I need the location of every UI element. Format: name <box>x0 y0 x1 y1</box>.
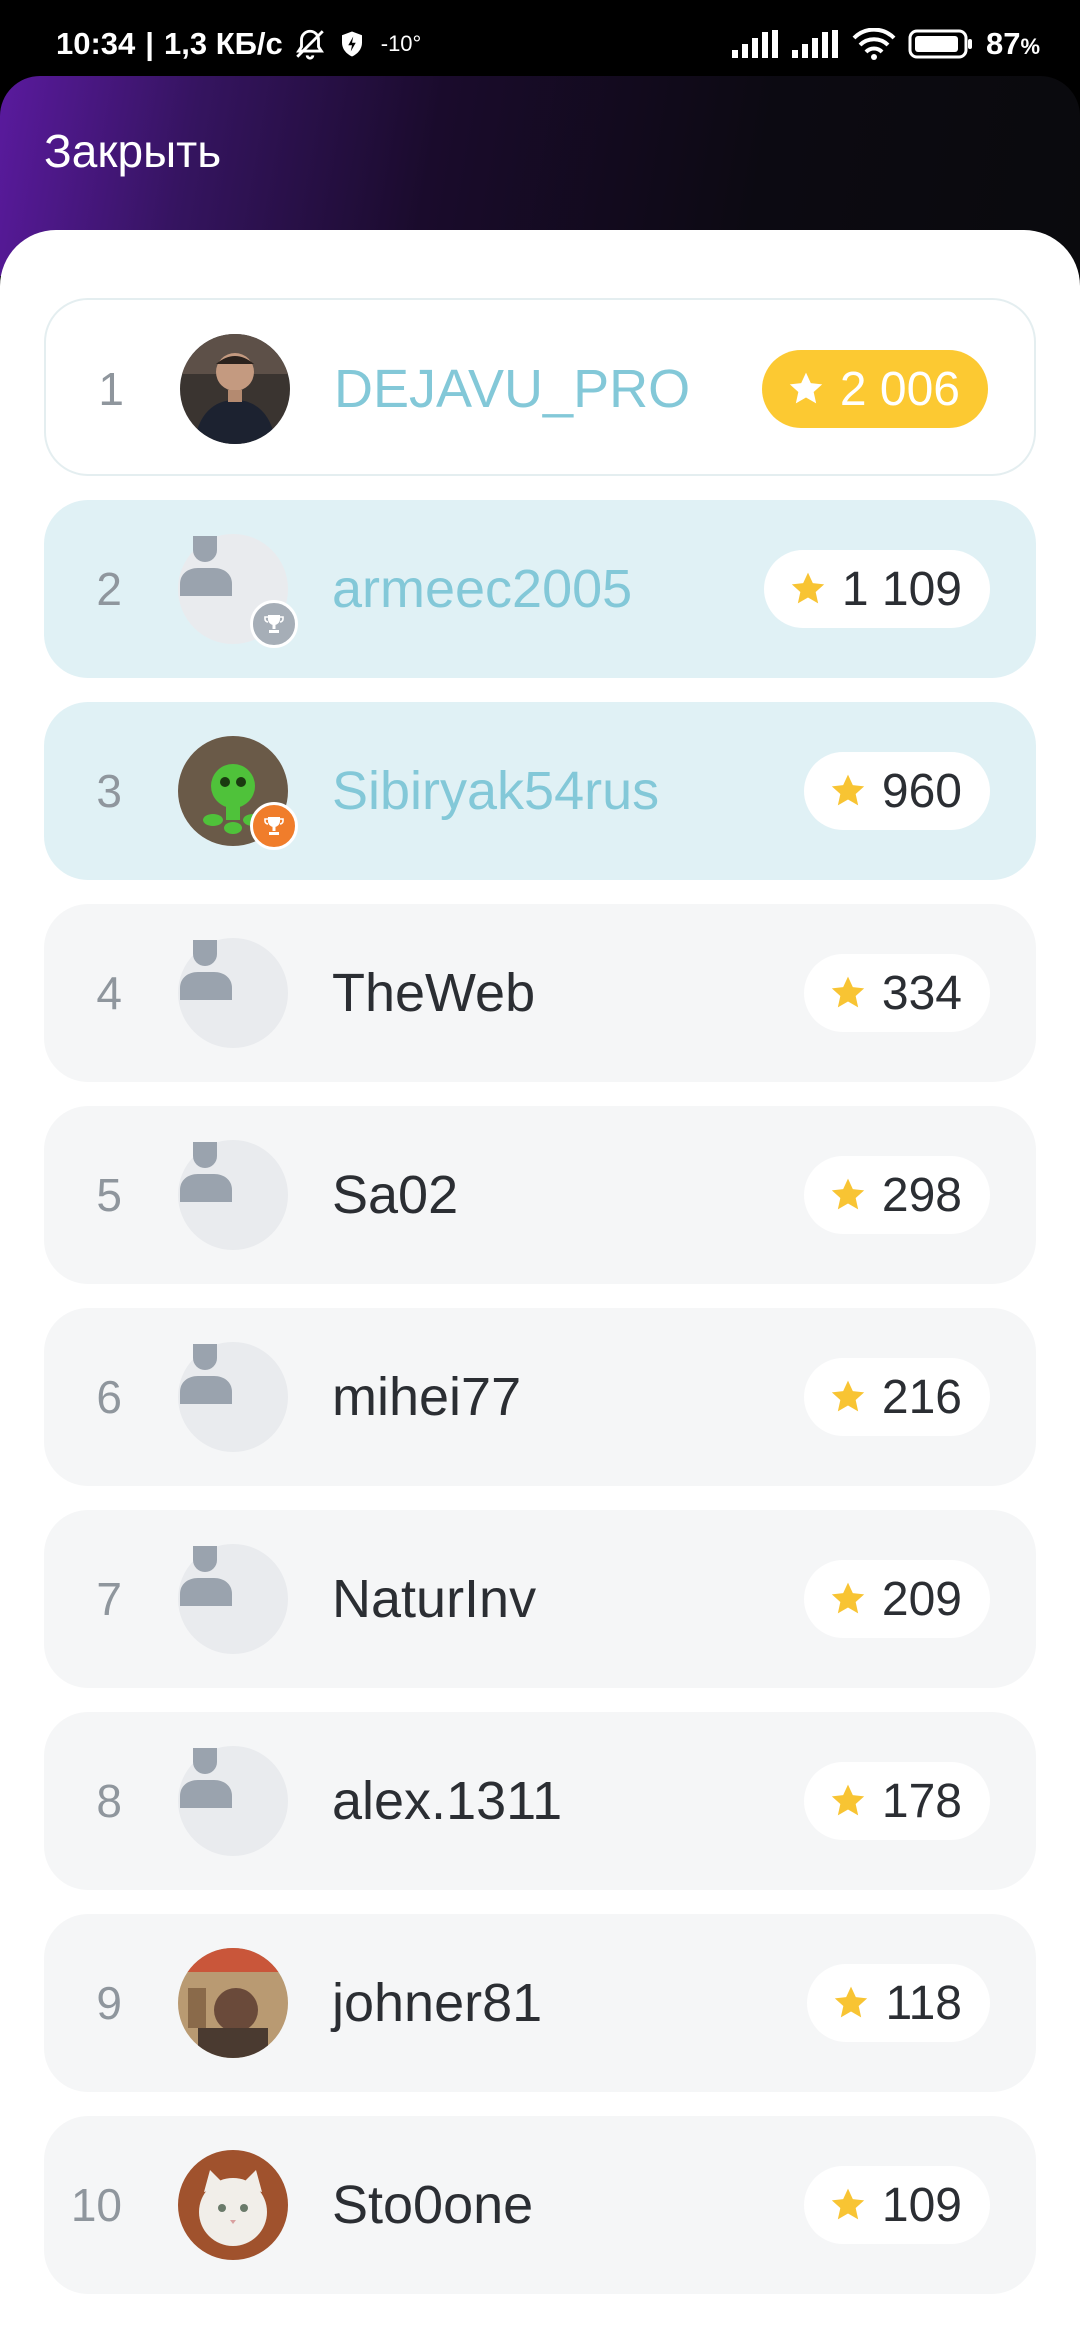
username[interactable]: Sa02 <box>332 1106 458 1284</box>
score-badge: 118 <box>807 1964 990 2042</box>
user-placeholder-icon[interactable] <box>178 1544 288 1654</box>
score-value: 2 006 <box>839 362 960 416</box>
rank-number: 10 <box>70 2179 122 2231</box>
star-icon <box>786 369 826 409</box>
username[interactable]: johner81 <box>332 1914 542 2092</box>
rank-number: 4 <box>96 967 122 1019</box>
username[interactable]: NaturInv <box>332 1510 536 1688</box>
leaderboard-row[interactable]: 2 armeec2005 1 109 <box>44 500 1036 678</box>
bell-off-icon <box>293 27 327 61</box>
score-badge: 2 006 <box>761 350 988 428</box>
star-icon <box>788 569 828 609</box>
rank-number: 3 <box>96 765 122 817</box>
rank-number: 8 <box>96 1775 122 1827</box>
leaderboard-list: 1 DEJAVU_PRO 2 006 2 armeec2005 1 109 3 Sibirya… <box>44 298 1036 2318</box>
status-temperature: -10° <box>380 31 422 56</box>
wifi-icon <box>852 28 896 60</box>
rank-number: 5 <box>96 1169 122 1221</box>
rank-number: 9 <box>96 1977 122 2029</box>
star-icon <box>828 1175 868 1215</box>
user-placeholder-icon[interactable] <box>178 1140 288 1250</box>
rank-number: 6 <box>96 1371 122 1423</box>
score-badge: 334 <box>803 954 990 1032</box>
trophy-icon <box>250 600 298 648</box>
score-value: 298 <box>881 1168 962 1222</box>
person-icon <box>178 1142 234 1206</box>
username[interactable]: Sto0one <box>332 2116 533 2294</box>
score-value: 178 <box>881 1774 962 1828</box>
signal-icon <box>731 30 780 58</box>
user-placeholder-icon[interactable] <box>178 1342 288 1452</box>
avatar[interactable] <box>178 736 298 850</box>
star-icon <box>828 1579 868 1619</box>
star-icon <box>828 771 868 811</box>
score-value: 209 <box>881 1572 962 1626</box>
person-icon <box>178 1546 234 1610</box>
user-placeholder-icon[interactable] <box>178 534 298 648</box>
status-left: 10:34 | 1,3 КБ/с -10° <box>56 26 421 62</box>
score-badge: 178 <box>803 1762 990 1840</box>
leaderboard-row[interactable]: 1 DEJAVU_PRO 2 006 <box>44 298 1036 476</box>
star-icon <box>828 1781 868 1821</box>
avatar[interactable] <box>178 1948 288 2058</box>
avatar[interactable] <box>178 2150 288 2260</box>
person-icon <box>178 1344 234 1408</box>
rank-number: 1 <box>98 363 124 415</box>
score-badge: 298 <box>803 1156 990 1234</box>
score-value: 118 <box>885 1976 962 2030</box>
status-right: 87% <box>731 26 1040 62</box>
score-value: 1 109 <box>841 562 962 616</box>
leaderboard-row[interactable]: 9 johner81 118 <box>44 1914 1036 2092</box>
leaderboard-sheet: 1 DEJAVU_PRO 2 006 2 armeec2005 1 109 3 Sibirya… <box>0 230 1080 2340</box>
leaderboard-row[interactable]: 10 Sto0one 109 <box>44 2116 1036 2294</box>
score-value: 334 <box>881 966 962 1020</box>
username[interactable]: DEJAVU_PRO <box>334 300 690 478</box>
username[interactable]: armeec2005 <box>332 500 632 678</box>
status-speed: 1,3 КБ/с <box>163 26 283 61</box>
leaderboard-row[interactable]: 5 Sa02 298 <box>44 1106 1036 1284</box>
username[interactable]: mihei77 <box>332 1308 521 1486</box>
trophy-icon <box>250 802 298 850</box>
leaderboard-row[interactable]: 4 TheWeb 334 <box>44 904 1036 1082</box>
star-icon <box>831 1983 871 2023</box>
username[interactable]: alex.1311 <box>332 1712 562 1890</box>
shield-icon <box>337 29 367 59</box>
battery-percent-unit: % <box>1020 34 1040 59</box>
score-badge: 1 109 <box>763 550 990 628</box>
score-value: 109 <box>881 2178 962 2232</box>
leaderboard-row[interactable]: 8 alex.1311 178 <box>44 1712 1036 1890</box>
rank-number: 7 <box>96 1573 122 1625</box>
leaderboard-row[interactable]: 3 Sibiryak54rus 960 <box>44 702 1036 880</box>
rank-number: 2 <box>96 563 122 615</box>
user-placeholder-icon[interactable] <box>178 1746 288 1856</box>
battery-percent: 87 <box>985 26 1021 61</box>
person-icon <box>178 1748 234 1812</box>
username[interactable]: TheWeb <box>332 904 535 1082</box>
avatar[interactable] <box>180 334 290 444</box>
score-value: 216 <box>881 1370 962 1424</box>
person-icon <box>178 940 234 1004</box>
star-icon <box>828 2185 868 2225</box>
user-placeholder-icon[interactable] <box>178 938 288 1048</box>
score-badge: 209 <box>803 1560 990 1638</box>
score-badge: 109 <box>803 2166 990 2244</box>
status-time: 10:34 <box>56 26 136 61</box>
person-icon <box>178 536 234 600</box>
status-separator: | <box>145 26 154 61</box>
username[interactable]: Sibiryak54rus <box>332 702 659 880</box>
score-badge: 960 <box>803 752 990 830</box>
signal-icon <box>791 30 840 58</box>
leaderboard-row[interactable]: 6 mihei77 216 <box>44 1308 1036 1486</box>
battery-icon <box>908 29 974 59</box>
star-icon <box>828 1377 868 1417</box>
leaderboard-row[interactable]: 7 NaturInv 209 <box>44 1510 1036 1688</box>
score-badge: 216 <box>803 1358 990 1436</box>
star-icon <box>828 973 868 1013</box>
close-button[interactable]: Закрыть <box>44 124 221 178</box>
score-value: 960 <box>881 764 962 818</box>
